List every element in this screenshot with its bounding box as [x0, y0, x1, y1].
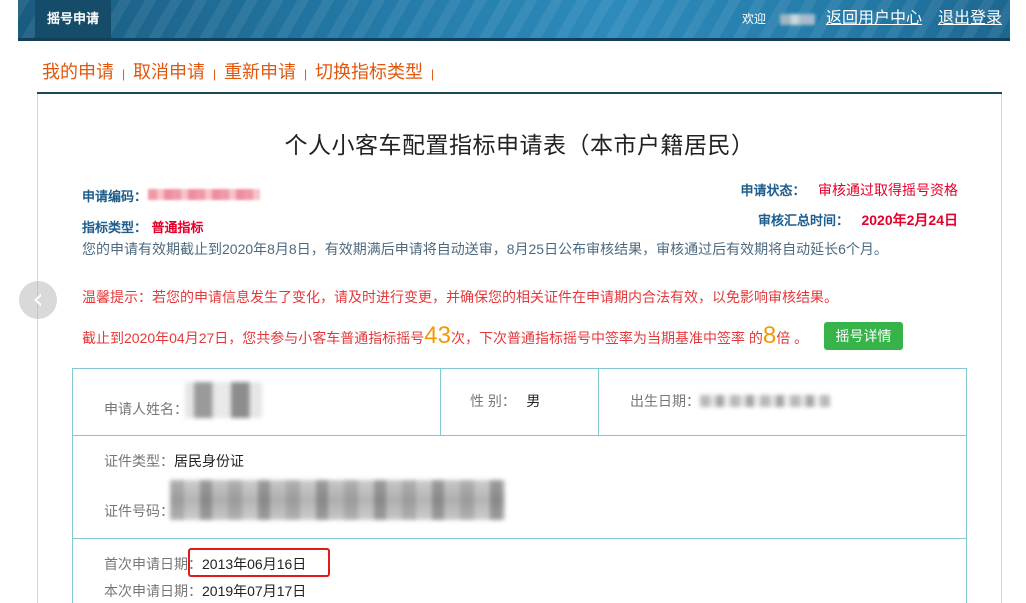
- nav-separator: |: [121, 67, 126, 81]
- nav-separator: |: [430, 67, 435, 81]
- odds-multiplier: 8: [762, 322, 777, 349]
- current-application-date-cell: 本次申请日期：2019年07月17日: [104, 582, 306, 601]
- lottery-summary-suffix: 倍 。: [776, 330, 809, 346]
- redacted-id-number: [170, 480, 505, 520]
- review-time-value: 2020年2月24日: [861, 212, 958, 228]
- lottery-details-button[interactable]: 摇号详情: [824, 322, 903, 350]
- content-left-border: [37, 94, 38, 603]
- lottery-count: 43: [424, 322, 451, 349]
- lottery-application-tab[interactable]: 摇号申请: [35, 0, 111, 38]
- nav-cancel-application[interactable]: 取消申请: [133, 60, 205, 84]
- quota-type-value: 普通指标: [151, 220, 204, 235]
- review-time-row: 审核汇总时间： 2020年2月24日: [758, 210, 958, 230]
- redacted-application-code: [148, 189, 260, 200]
- gender-value: 男: [526, 393, 541, 409]
- nav-switch-quota-type[interactable]: 切换指标类型: [315, 60, 423, 84]
- id-number-label: 证件号码：: [104, 503, 174, 519]
- nav-separator: |: [212, 67, 217, 81]
- chevron-left-icon: ‹: [32, 282, 44, 315]
- redacted-applicant-name: [185, 382, 262, 418]
- birth-date-label: 出生日期：: [630, 393, 700, 409]
- applicant-name-label: 申请人姓名：: [104, 401, 188, 417]
- id-type-label: 证件类型：: [104, 453, 174, 469]
- redacted-birth-date: [700, 395, 830, 407]
- review-time-label: 审核汇总时间：: [758, 213, 850, 228]
- application-nav: 我的申请 | 取消申请 | 重新申请 | 切换指标类型 |: [42, 60, 442, 84]
- lottery-summary-middle: 次，下次普通指标摇号中签率为当期基准中签率 的: [451, 330, 763, 346]
- content-right-border: [1001, 94, 1002, 603]
- application-code-label: 申请编码：: [82, 189, 148, 204]
- table-row-divider: [72, 435, 967, 436]
- nav-reapply[interactable]: 重新申请: [224, 60, 296, 84]
- lottery-summary: 截止到2020年04月27日，您共参与小客车普通指标摇号43次，下次普通指标摇号…: [82, 322, 808, 350]
- quota-type-row: 指标类型： 普通指标: [82, 217, 203, 237]
- redacted-username: [780, 14, 815, 25]
- current-application-date-label: 本次申请日期：: [104, 583, 202, 599]
- highlight-box: [188, 548, 330, 577]
- top-bar: 摇号申请 欢迎 返回用户中心 退出登录: [18, 0, 1010, 41]
- carousel-prev-button[interactable]: ‹: [19, 281, 57, 319]
- table-row-divider: [72, 538, 967, 539]
- status-value: 审核通过取得摇号资格: [818, 182, 958, 198]
- quota-type-label: 指标类型：: [82, 220, 148, 235]
- lottery-summary-prefix: 截止到2020年04月27日，您共参与小客车普通指标摇号: [82, 330, 425, 346]
- form-title: 个人小客车配置指标申请表（本市户籍居民）: [284, 133, 755, 158]
- warm-tip: 温馨提示：若您的申请信息发生了变化，请及时进行变更，并确保您的相关证件在申请期内…: [82, 289, 838, 305]
- gender-cell: 性 别： 男: [470, 392, 540, 411]
- table-column-divider: [598, 368, 599, 435]
- id-type-cell: 证件类型：居民身份证: [104, 452, 244, 471]
- nav-my-application[interactable]: 我的申请: [42, 60, 114, 84]
- status-row: 申请状态： 审核通过取得摇号资格: [741, 180, 958, 200]
- nav-separator: |: [303, 67, 308, 81]
- validity-notice: 您的申请有效期截止到2020年8月8日，有效期满后申请将自动送审，8月25日公布…: [82, 241, 888, 257]
- logout-link[interactable]: 退出登录: [938, 0, 1002, 38]
- welcome-text: 欢迎: [742, 12, 767, 26]
- user-center-link[interactable]: 返回用户中心: [826, 0, 922, 38]
- current-application-date-value: 2019年07月17日: [202, 583, 307, 599]
- status-label: 申请状态：: [740, 183, 806, 198]
- content-top-divider: [37, 92, 1002, 94]
- id-type-value: 居民身份证: [174, 453, 244, 469]
- table-column-divider: [440, 368, 441, 435]
- gender-label: 性 别：: [470, 393, 516, 409]
